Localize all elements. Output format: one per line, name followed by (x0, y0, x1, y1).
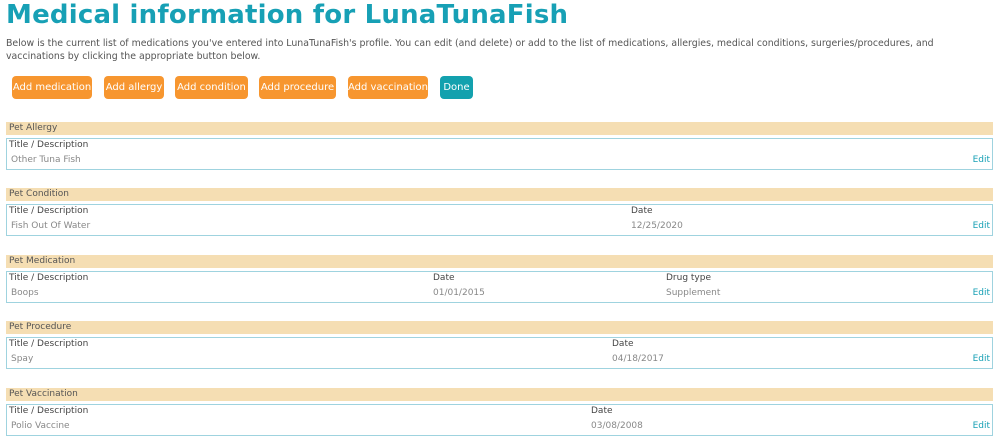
medication-date-value: 01/01/2015 (433, 288, 485, 298)
allergy-section: Pet Allergy Title / Description Other Tu… (6, 122, 993, 170)
date-column-label: Date (631, 206, 653, 216)
condition-edit-link[interactable]: Edit (973, 221, 990, 231)
procedure-section: Pet Procedure Title / Description Date S… (6, 321, 993, 369)
done-button[interactable]: Done (440, 76, 473, 99)
allergy-section-header: Pet Allergy (6, 122, 993, 135)
title-column-label: Title / Description (9, 273, 89, 283)
procedure-section-header: Pet Procedure (6, 321, 993, 334)
procedure-date-value: 04/18/2017 (612, 354, 664, 364)
drug-type-column-label: Drug type (666, 273, 712, 283)
allergy-edit-link[interactable]: Edit (973, 155, 990, 165)
medication-section-header: Pet Medication (6, 255, 993, 268)
date-column-label: Date (591, 406, 613, 416)
procedure-title-value: Spay (11, 354, 34, 364)
allergy-title-value: Other Tuna Fish (11, 155, 81, 165)
condition-date-value: 12/25/2020 (631, 221, 683, 231)
condition-section: Pet Condition Title / Description Date F… (6, 188, 993, 236)
vaccination-date-value: 03/08/2008 (591, 421, 643, 431)
title-column-label: Title / Description (9, 140, 89, 150)
vaccination-record: Title / Description Date Polio Vaccine 0… (6, 404, 993, 436)
intro-text: Below is the current list of medications… (6, 38, 934, 62)
date-column-label: Date (612, 339, 634, 349)
procedure-edit-link[interactable]: Edit (973, 354, 990, 364)
add-procedure-button[interactable]: Add procedure (259, 76, 336, 99)
add-vaccination-button[interactable]: Add vaccination (348, 76, 428, 99)
title-column-label: Title / Description (9, 339, 89, 349)
vaccination-section: Pet Vaccination Title / Description Date… (6, 388, 993, 436)
add-medication-button[interactable]: Add medication (12, 76, 92, 99)
medication-title-value: Boops (11, 288, 39, 298)
vaccination-title-value: Polio Vaccine (11, 421, 70, 431)
condition-section-header: Pet Condition (6, 188, 993, 201)
vaccination-section-header: Pet Vaccination (6, 388, 993, 401)
procedure-record: Title / Description Date Spay 04/18/2017… (6, 337, 993, 369)
medication-edit-link[interactable]: Edit (973, 288, 990, 298)
title-column-label: Title / Description (9, 206, 89, 216)
condition-record: Title / Description Date Fish Out Of Wat… (6, 204, 993, 236)
add-condition-button[interactable]: Add condition (175, 76, 248, 99)
condition-title-value: Fish Out Of Water (11, 221, 91, 231)
vaccination-edit-link[interactable]: Edit (973, 421, 990, 431)
medication-drug-type-value: Supplement (666, 288, 721, 298)
date-column-label: Date (433, 273, 455, 283)
title-column-label: Title / Description (9, 406, 89, 416)
add-allergy-button[interactable]: Add allergy (104, 76, 164, 99)
medication-record: Title / Description Date Drug type Boops… (6, 271, 993, 303)
medication-section: Pet Medication Title / Description Date … (6, 255, 993, 303)
page-title: Medical information for LunaTunaFish (6, 0, 569, 30)
allergy-record: Title / Description Other Tuna Fish Edit (6, 138, 993, 170)
